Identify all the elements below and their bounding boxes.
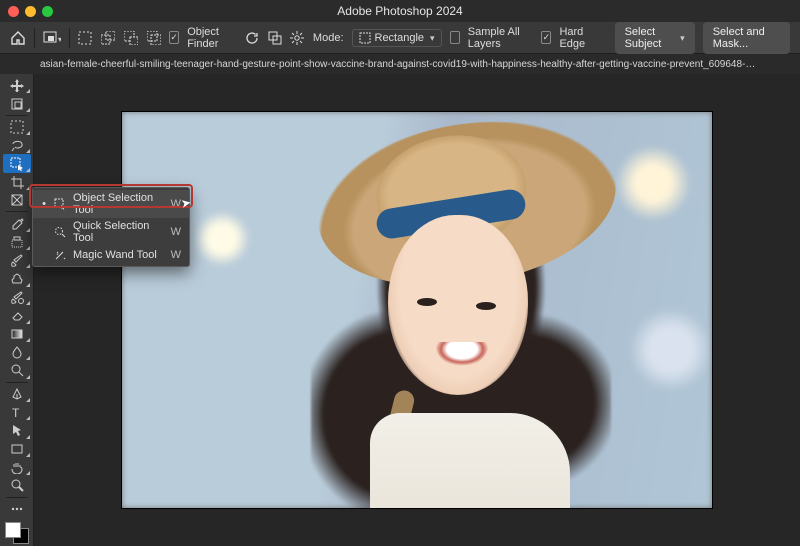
flyout-item-object-selection[interactable]: • Object Selection Tool W xyxy=(33,190,189,218)
tool-preset-button[interactable]: ▾ xyxy=(43,28,61,48)
quick-selection-icon xyxy=(53,225,67,239)
document-tab[interactable]: asian-female-cheerful-smiling-teenager-h… xyxy=(40,59,760,70)
flyout-shortcut: W xyxy=(171,226,181,238)
close-window-button[interactable] xyxy=(8,6,19,17)
svg-text:T: T xyxy=(12,406,20,419)
tool-lasso[interactable] xyxy=(3,136,31,154)
maximize-window-button[interactable] xyxy=(42,6,53,17)
tool-history-brush[interactable] xyxy=(3,288,31,306)
flyout-label: Magic Wand Tool xyxy=(73,249,165,261)
select-and-mask-button[interactable]: Select and Mask... xyxy=(703,22,790,54)
work-area: T • Object Selection T xyxy=(0,74,800,546)
tool-object-selection[interactable] xyxy=(3,154,31,172)
app-title: Adobe Photoshop 2024 xyxy=(0,4,800,18)
tool-type[interactable]: T xyxy=(3,403,31,421)
add-to-selection-button[interactable] xyxy=(100,28,115,48)
tool-clone-stamp[interactable] xyxy=(3,269,31,287)
mode-select[interactable]: Rectangle xyxy=(352,29,442,47)
mode-value: Rectangle xyxy=(375,32,425,44)
show-overlays-button[interactable] xyxy=(267,28,282,48)
tools-panel: T xyxy=(0,74,34,546)
home-button[interactable] xyxy=(10,28,26,48)
tool-dodge[interactable] xyxy=(3,361,31,379)
tool-frame[interactable] xyxy=(3,191,31,209)
titlebar: Adobe Photoshop 2024 xyxy=(0,0,800,22)
sample-all-layers-checkbox[interactable] xyxy=(450,31,460,44)
chevron-down-icon xyxy=(678,32,685,44)
marquee-icon xyxy=(359,32,371,44)
sample-all-layers-label: Sample All Layers xyxy=(468,26,533,50)
hard-edge-label: Hard Edge xyxy=(559,26,598,50)
tool-blur[interactable] xyxy=(3,343,31,361)
object-selection-icon xyxy=(53,197,67,211)
flyout-item-magic-wand[interactable]: Magic Wand Tool W xyxy=(33,246,189,264)
subtract-from-selection-button[interactable] xyxy=(123,28,138,48)
select-subject-label: Select Subject xyxy=(625,26,675,50)
object-finder-checkbox[interactable] xyxy=(169,31,179,44)
options-bar: ▾ Object Finder Mode: Rectangle Sample A… xyxy=(0,22,800,54)
mode-label: Mode: xyxy=(313,32,344,44)
magic-wand-icon xyxy=(53,248,67,262)
document-filename: asian-female-cheerful-smiling-teenager-h… xyxy=(40,59,760,70)
tool-marquee[interactable] xyxy=(3,118,31,136)
new-selection-button[interactable] xyxy=(78,28,93,48)
foreground-color-swatch[interactable] xyxy=(5,522,21,538)
select-subject-button[interactable]: Select Subject xyxy=(615,22,695,54)
flyout-shortcut: W xyxy=(171,198,181,210)
flyout-item-quick-selection[interactable]: Quick Selection Tool W xyxy=(33,218,189,246)
tool-spot-heal[interactable] xyxy=(3,233,31,251)
tool-artboard[interactable] xyxy=(3,94,31,112)
flyout-selected-dot: • xyxy=(41,198,47,210)
tool-path-selection[interactable] xyxy=(3,421,31,439)
minimize-window-button[interactable] xyxy=(25,6,36,17)
document-tabbar: asian-female-cheerful-smiling-teenager-h… xyxy=(0,54,800,74)
color-swatches[interactable] xyxy=(5,522,29,544)
tool-rectangle[interactable] xyxy=(3,440,31,458)
document-canvas[interactable] xyxy=(122,112,712,508)
chevron-down-icon xyxy=(428,32,435,44)
refresh-button[interactable] xyxy=(244,28,259,48)
tool-flyout-menu: • Object Selection Tool W Quick Selectio… xyxy=(32,187,190,267)
tool-eyedropper[interactable] xyxy=(3,214,31,232)
select-and-mask-label: Select and Mask... xyxy=(713,26,780,50)
flyout-label: Quick Selection Tool xyxy=(73,220,165,244)
svg-text:▾: ▾ xyxy=(58,35,61,44)
tool-move[interactable] xyxy=(3,76,31,94)
window-controls xyxy=(8,6,53,17)
flyout-label: Object Selection Tool xyxy=(73,192,165,216)
tool-hand[interactable] xyxy=(3,458,31,476)
tool-crop[interactable] xyxy=(3,173,31,191)
flyout-shortcut: W xyxy=(171,249,181,261)
hard-edge-checkbox[interactable] xyxy=(541,31,551,44)
tool-pen[interactable] xyxy=(3,385,31,403)
tool-zoom[interactable] xyxy=(3,476,31,494)
options-gear-button[interactable] xyxy=(290,28,305,48)
object-finder-label: Object Finder xyxy=(187,26,236,50)
tool-eraser[interactable] xyxy=(3,306,31,324)
canvas-area[interactable] xyxy=(34,74,800,546)
tool-gradient[interactable] xyxy=(3,325,31,343)
intersect-selection-button[interactable] xyxy=(146,28,161,48)
tool-edit-toolbar[interactable] xyxy=(3,500,31,518)
tool-brush[interactable] xyxy=(3,251,31,269)
